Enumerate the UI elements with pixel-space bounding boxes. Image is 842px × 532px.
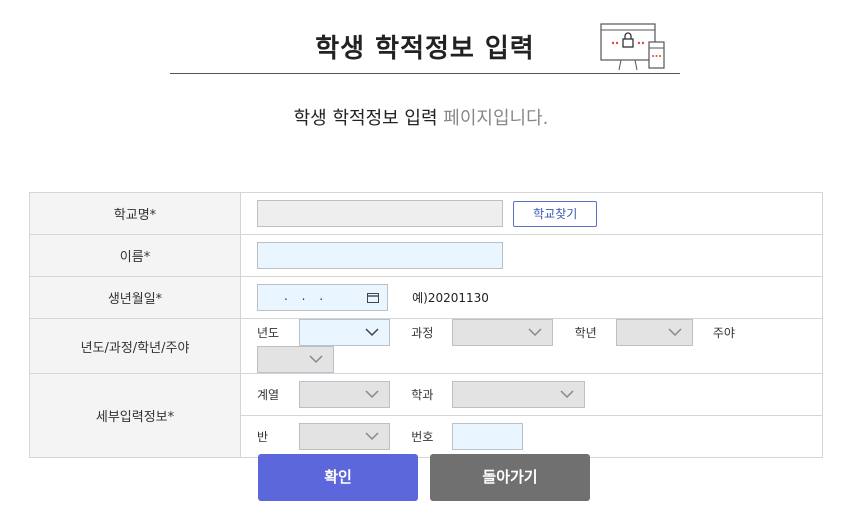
- name-input[interactable]: [257, 242, 503, 269]
- course-label: 과정: [411, 326, 434, 340]
- number-input[interactable]: [452, 423, 524, 450]
- year-select[interactable]: [299, 319, 391, 346]
- name-label: 이름*: [29, 234, 241, 277]
- daynight-label: 주야: [712, 326, 735, 340]
- chevron-down-icon: [365, 432, 379, 441]
- birth-date-placeholder: . . .: [284, 289, 329, 303]
- back-button[interactable]: 돌아가기: [430, 454, 590, 501]
- year-course-label: 년도/과정/학년/주야: [29, 318, 241, 374]
- school-row: 학교찾기: [240, 192, 823, 235]
- chevron-down-icon: [365, 390, 379, 399]
- detail-label: 세부입력정보*: [29, 373, 241, 458]
- student-form: 학교명* 학교찾기 이름* 생년월일* . . . 예)20201130 년도/…: [29, 192, 823, 458]
- birth-date-input[interactable]: . . .: [257, 284, 388, 311]
- subtitle-muted: 페이지입니다.: [437, 108, 549, 129]
- class-label: 반: [257, 430, 269, 444]
- series-select[interactable]: [299, 381, 391, 408]
- class-select[interactable]: [299, 423, 391, 450]
- calendar-icon[interactable]: [367, 292, 379, 303]
- find-school-button[interactable]: 학교찾기: [513, 200, 598, 227]
- dept-select[interactable]: [452, 381, 586, 408]
- dept-label: 학과: [411, 388, 434, 402]
- grade-label: 학년: [574, 326, 597, 340]
- page-header: 학생 학적정보 입력: [170, 18, 680, 74]
- school-label: 학교명*: [29, 192, 241, 235]
- chevron-down-icon: [528, 328, 542, 337]
- computer-lock-icon: [600, 23, 665, 71]
- birth-hint: 예)20201130: [412, 291, 489, 305]
- number-label: 번호: [411, 430, 434, 444]
- detail-row-1: 계열 학과: [240, 373, 823, 416]
- chevron-down-icon: [309, 355, 323, 364]
- chevron-down-icon: [560, 390, 574, 399]
- name-row: [240, 234, 823, 277]
- course-select[interactable]: [452, 319, 554, 346]
- birth-row: . . . 예)20201130: [240, 276, 823, 319]
- school-input[interactable]: [257, 200, 503, 227]
- chevron-down-icon: [365, 328, 379, 337]
- daynight-select[interactable]: [257, 346, 334, 373]
- birth-label: 생년월일*: [29, 276, 241, 319]
- page-subtitle: 학생 학적정보 입력 페이지입니다.: [0, 104, 842, 130]
- subtitle-main: 학생 학적정보 입력: [293, 108, 438, 129]
- year-label: 년도: [257, 326, 280, 340]
- series-label: 계열: [257, 388, 280, 402]
- detail-row-2: 반 번호: [240, 415, 823, 458]
- chevron-down-icon: [668, 328, 682, 337]
- year-course-row: 년도 과정 학년 주야: [240, 318, 823, 374]
- grade-select[interactable]: [615, 319, 693, 346]
- confirm-button[interactable]: 확인: [258, 454, 418, 501]
